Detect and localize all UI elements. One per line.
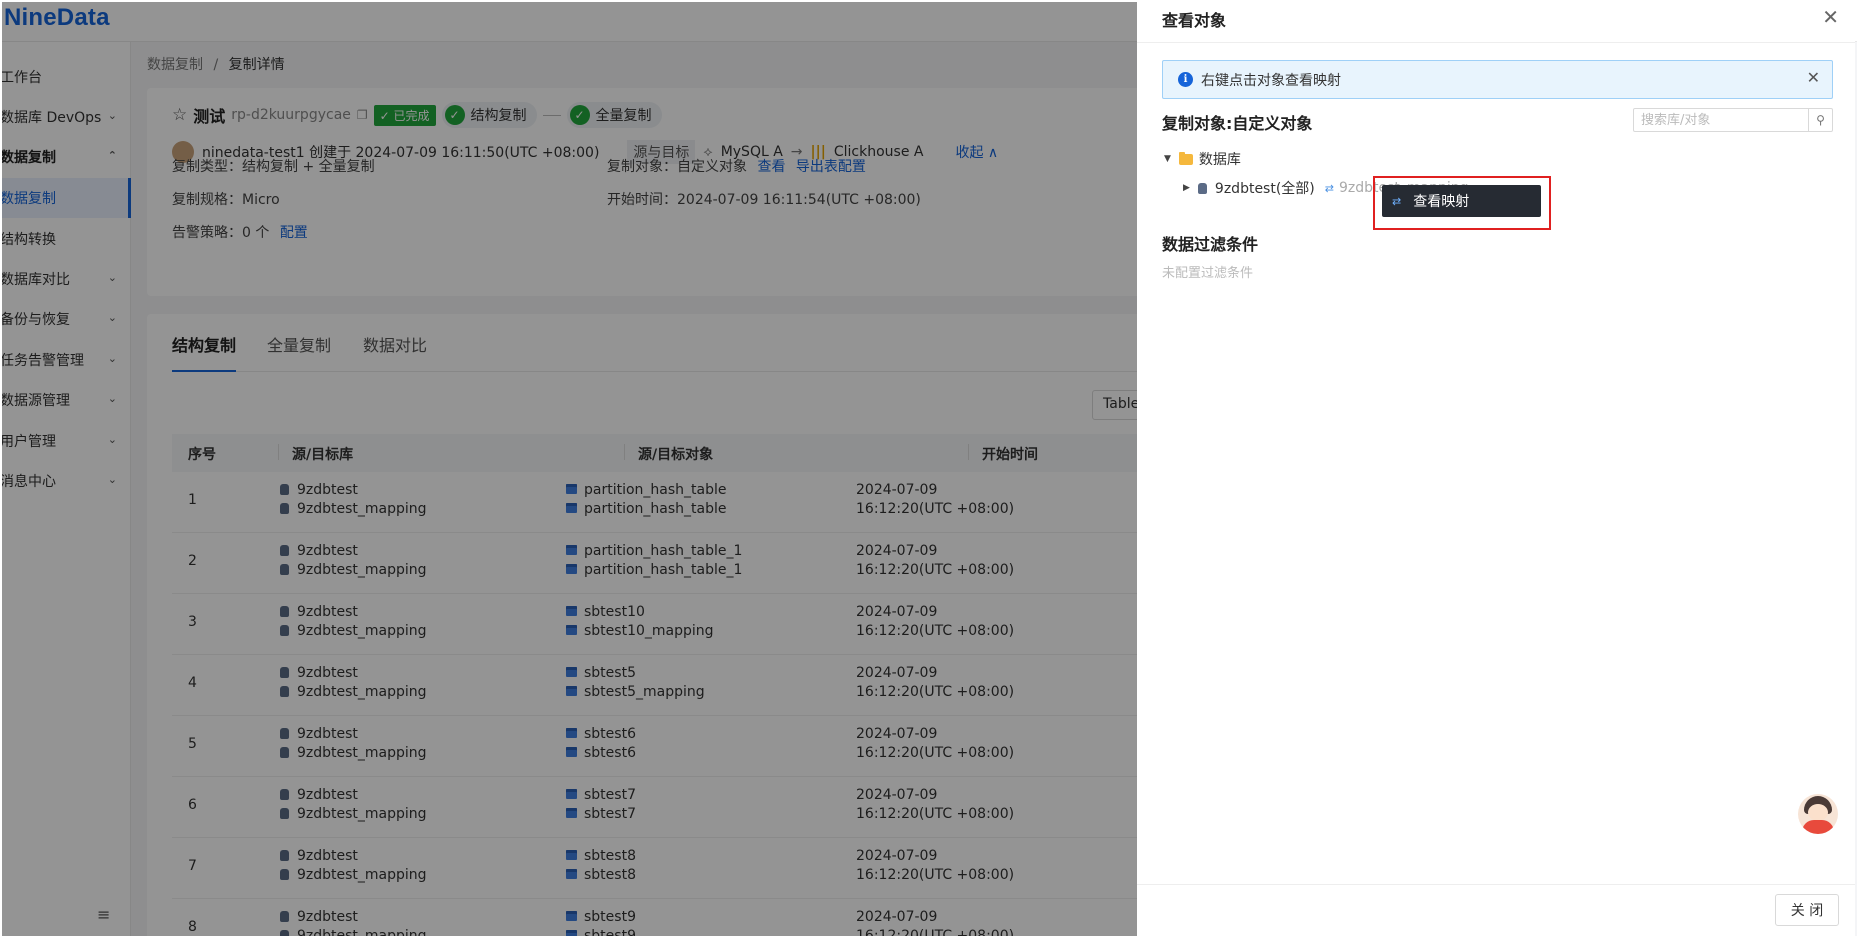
info-alert-text: 右键点击对象查看映射 [1201, 73, 1341, 89]
tree-node-label: 数据库 [1198, 152, 1241, 168]
drawer-footer: 关 闭 [1137, 884, 1855, 936]
mapping-icon: ⇄ [1324, 181, 1334, 195]
database-icon [1197, 182, 1207, 194]
modal-overlay[interactable] [2, 2, 1137, 936]
support-assistant-avatar[interactable] [1798, 794, 1838, 834]
info-alert: i 右键点击对象查看映射 ✕ [1162, 60, 1833, 99]
avatar-shirt [1802, 820, 1834, 834]
drawer-header: 查看对象 ✕ [1137, 2, 1855, 43]
highlight-annotation [1373, 176, 1551, 230]
search-input[interactable] [1634, 109, 1808, 131]
avatar-face [1808, 804, 1828, 821]
tree-node-databases[interactable]: ▼ 数据库 [1164, 149, 1241, 169]
alert-close-icon[interactable]: ✕ [1807, 68, 1820, 87]
filter-section-title: 数据过滤条件 [1162, 235, 1259, 254]
filter-empty-text: 未配置过滤条件 [1162, 266, 1254, 281]
caret-down-icon[interactable]: ▼ [1164, 154, 1171, 164]
close-icon[interactable]: ✕ [1822, 5, 1839, 29]
info-icon: i [1178, 72, 1193, 87]
search-icon[interactable]: ⚲ [1808, 109, 1832, 131]
folder-icon [1178, 151, 1193, 165]
drawer-title: 查看对象 [1162, 11, 1227, 30]
tree-node-label: 9zdbtest(全部) [1214, 181, 1315, 197]
objects-section-title: 复制对象:自定义对象 [1162, 114, 1313, 133]
caret-right-icon[interactable]: ▶ [1183, 183, 1190, 193]
search-box: ⚲ [1633, 108, 1833, 132]
close-button[interactable]: 关 闭 [1775, 894, 1839, 926]
view-objects-drawer: 查看对象 ✕ i 右键点击对象查看映射 ✕ 复制对象:自定义对象 ⚲ ▼ 数据库… [1137, 2, 1855, 936]
